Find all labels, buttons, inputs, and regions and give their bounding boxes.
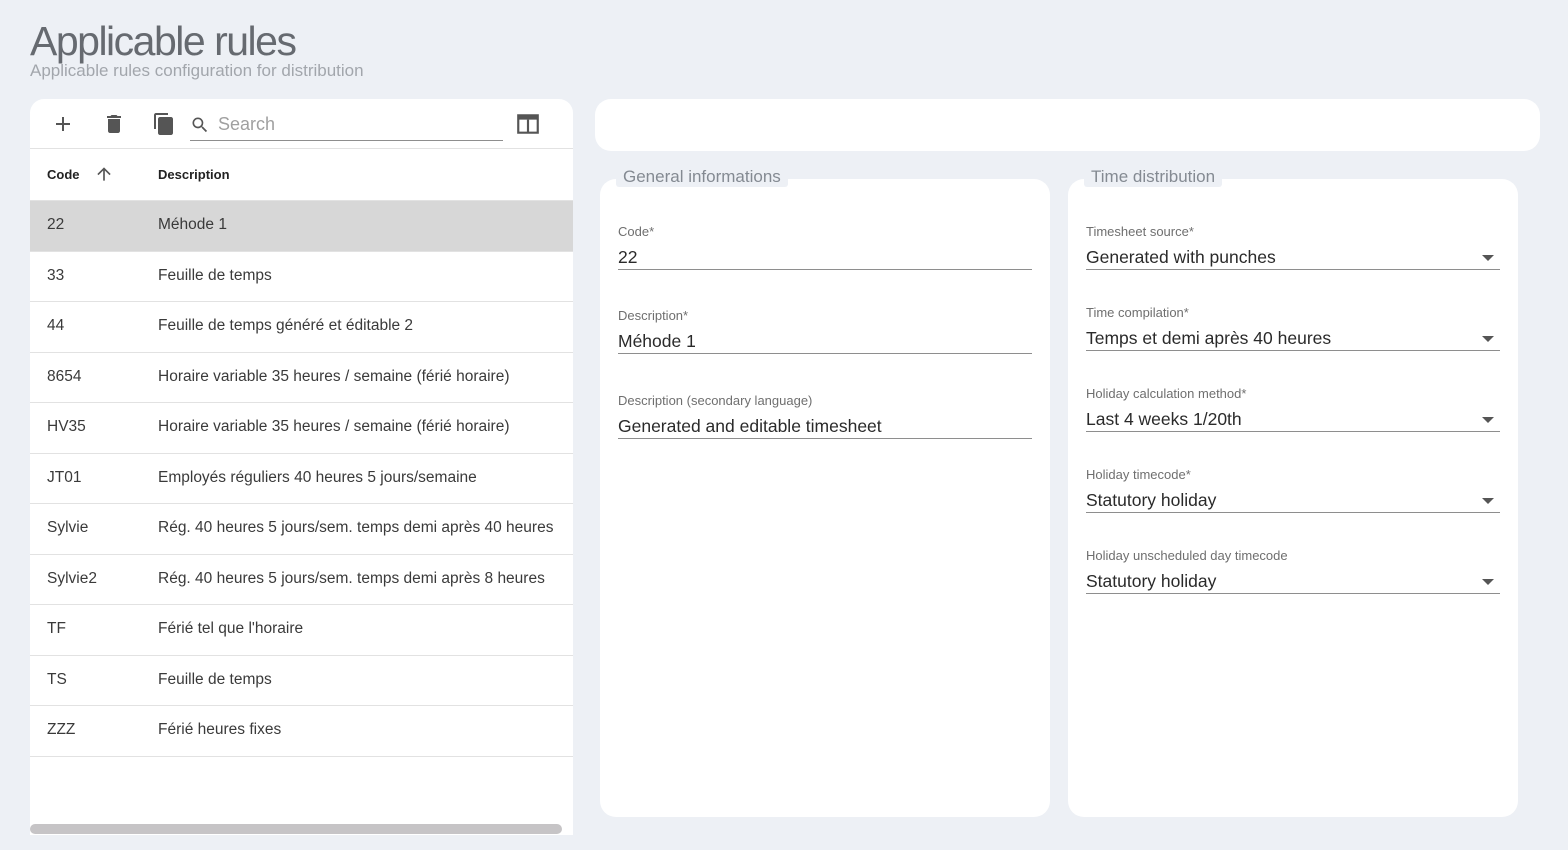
holiday-calculation-value: Last 4 weeks 1/20th	[1086, 409, 1242, 429]
rules-list-panel: Code Description 22 Méhode 1 33 Feuille de …	[30, 99, 573, 835]
search-field[interactable]	[190, 109, 503, 141]
general-informations-legend: General informations	[616, 167, 788, 187]
cell-code: 33	[47, 266, 65, 284]
dropdown-arrow-icon[interactable]	[1482, 417, 1494, 423]
copy-button[interactable]	[150, 110, 178, 138]
code-label: Code*	[618, 224, 655, 239]
columns-icon	[517, 114, 539, 134]
cell-code: 8654	[47, 367, 82, 385]
time-distribution-legend: Time distribution	[1084, 167, 1223, 187]
table-row[interactable]: 22 Méhode 1	[30, 201, 573, 252]
table-row[interactable]: TF Férié tel que l'horaire	[30, 605, 573, 656]
time-compilation-select[interactable]: Time compilation* Temps et demi après 40…	[1086, 305, 1500, 351]
dropdown-arrow-icon[interactable]	[1482, 579, 1494, 585]
horizontal-scrollbar[interactable]	[30, 824, 562, 834]
table-row[interactable]: 8654 Horaire variable 35 heures / semaine…	[30, 353, 573, 403]
search-input[interactable]	[218, 114, 488, 135]
delete-button[interactable]	[100, 110, 128, 138]
cell-code: Sylvie	[47, 519, 89, 536]
cell-code: Sylvie2	[47, 569, 97, 587]
holiday-timecode-select[interactable]: Holiday timecode* Statutory holiday	[1086, 467, 1500, 513]
holiday-unscheduled-value: Statutory holiday	[1086, 571, 1217, 591]
cell-description: Horaire variable 35 heures / semaine (fé…	[158, 367, 510, 385]
holiday-unscheduled-select[interactable]: Holiday unscheduled day timecode Statuto…	[1086, 548, 1500, 594]
cell-description: Employés réguliers 40 heures 5 jours/sem…	[158, 468, 477, 486]
cell-description: Férié tel que l'horaire	[158, 620, 304, 637]
code-value: 22	[618, 247, 638, 267]
description-secondary-field[interactable]: Description (secondary language) Generat…	[618, 393, 1032, 439]
table-row[interactable]: Sylvie Rég. 40 heures 5 jours/sem. temps …	[30, 504, 573, 555]
description-value: Méhode 1	[618, 331, 696, 351]
cell-description: Rég. 40 heures 5 jours/sem. temps demi a…	[158, 519, 554, 536]
cell-description: Feuille de temps généré et éditable 2	[158, 317, 414, 334]
holiday-unscheduled-label: Holiday unscheduled day timecode	[1086, 548, 1288, 563]
general-informations-card: General informations Code* 22 Descriptio…	[600, 167, 1050, 817]
dropdown-arrow-icon[interactable]	[1482, 255, 1494, 261]
table-row[interactable]: ZZZ Férié heures fixes	[30, 706, 573, 757]
table-row[interactable]: JT01 Employés réguliers 40 heures 5 jours…	[30, 454, 573, 504]
timesheet-source-label: Timesheet source*	[1086, 224, 1194, 239]
cell-description: Méhode 1	[158, 216, 227, 233]
table-header: Code Description	[30, 149, 573, 201]
cell-code: ZZZ	[47, 721, 76, 738]
page-subtitle: Applicable rules configuration for distr…	[30, 61, 364, 80]
cell-description: Férié heures fixes	[158, 721, 282, 738]
trash-icon	[107, 115, 121, 133]
add-button[interactable]	[49, 110, 77, 138]
time-distribution-card: Time distribution Timesheet source* Gene…	[1068, 167, 1518, 817]
column-header-code[interactable]: Code	[47, 167, 80, 182]
table-row[interactable]: Sylvie2 Rég. 40 heures 5 jours/sem. temps…	[30, 555, 573, 605]
cell-description: Rég. 40 heures 5 jours/sem. temps demi a…	[158, 569, 545, 587]
arrow-up-icon[interactable]	[94, 164, 114, 184]
copy-icon	[154, 113, 173, 135]
table-row[interactable]: 33 Feuille de temps	[30, 252, 573, 302]
detail-toolbar	[595, 99, 1540, 151]
time-compilation-label: Time compilation*	[1086, 305, 1189, 320]
table-body: 22 Méhode 1 33 Feuille de temps 44 Feuille de…	[30, 201, 573, 757]
cell-code: HV35	[47, 418, 86, 435]
code-field[interactable]: Code* 22	[618, 224, 1032, 270]
dropdown-arrow-icon[interactable]	[1482, 336, 1494, 342]
holiday-timecode-label: Holiday timecode*	[1086, 467, 1191, 482]
table-row[interactable]: HV35 Horaire variable 35 heures / semaine…	[30, 403, 573, 454]
description-field[interactable]: Description* Méhode 1	[618, 308, 1032, 354]
cell-code: 22	[47, 216, 65, 233]
dropdown-arrow-icon[interactable]	[1482, 498, 1494, 504]
cell-code: TS	[47, 670, 67, 688]
description-secondary-label: Description (secondary language)	[618, 393, 813, 408]
cell-description: Feuille de temps	[158, 266, 272, 284]
cell-code: 44	[47, 317, 65, 334]
cell-code: TF	[47, 620, 66, 637]
holiday-timecode-value: Statutory holiday	[1086, 490, 1217, 510]
column-header-description[interactable]: Description	[158, 167, 230, 182]
cell-description: Horaire variable 35 heures / semaine (fé…	[158, 418, 510, 435]
cell-description: Feuille de temps	[158, 670, 272, 688]
table-row[interactable]: 44 Feuille de temps généré et éditable 2	[30, 302, 573, 353]
page-title: Applicable rules	[30, 18, 297, 64]
column-toggle-button[interactable]	[514, 110, 542, 138]
cell-code: JT01	[47, 468, 82, 486]
holiday-calculation-label: Holiday calculation method*	[1086, 386, 1247, 401]
search-icon	[192, 117, 208, 132]
table-row[interactable]: TS Feuille de temps	[30, 656, 573, 706]
time-compilation-value: Temps et demi après 40 heures	[1086, 328, 1332, 348]
list-toolbar	[30, 99, 573, 149]
description-label: Description*	[618, 308, 689, 323]
plus-icon	[56, 117, 70, 131]
timesheet-source-select[interactable]: Timesheet source* Generated with punches	[1086, 224, 1500, 270]
holiday-calculation-select[interactable]: Holiday calculation method* Last 4 weeks…	[1086, 386, 1500, 432]
timesheet-source-value: Generated with punches	[1086, 247, 1276, 267]
description-secondary-value: Generated and editable timesheet	[618, 416, 882, 436]
